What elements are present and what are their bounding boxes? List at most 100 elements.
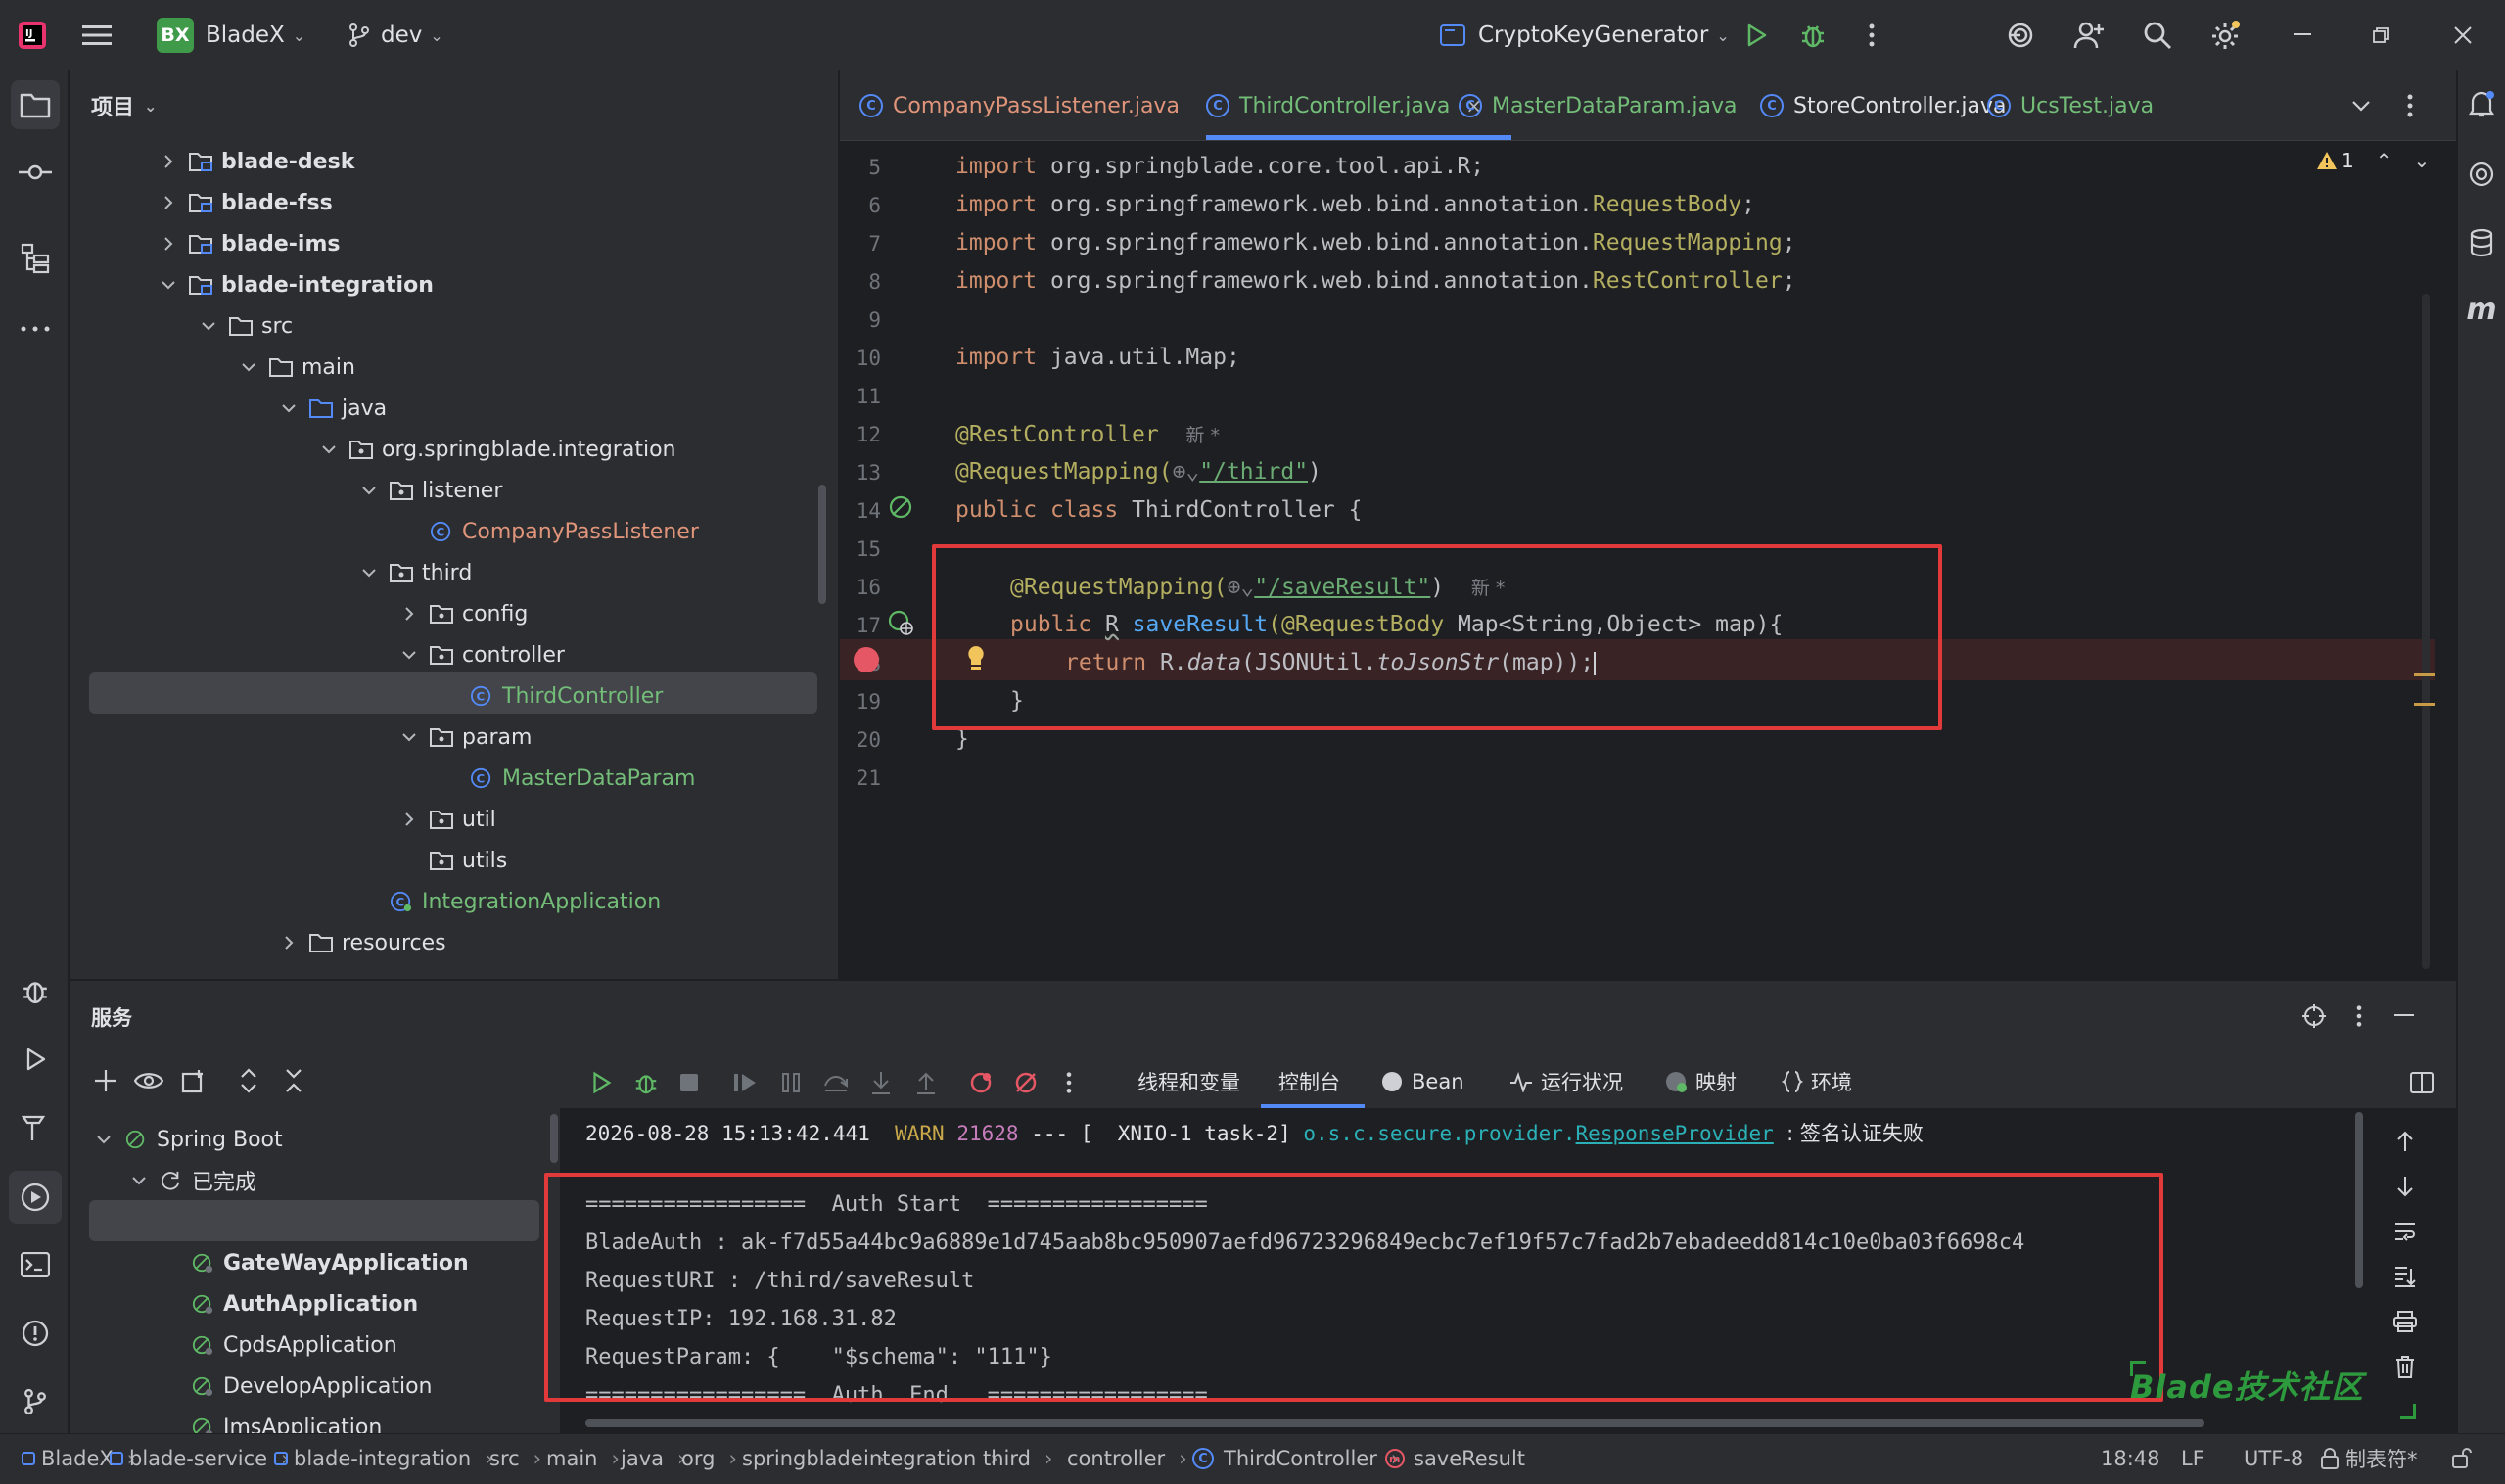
tree-item[interactable]: C IntegrationApplication (359, 881, 661, 922)
ide-logo-icon[interactable]: IJ (18, 0, 47, 70)
service-item[interactable]: Spring Boot (94, 1119, 283, 1160)
tree-item[interactable]: util (399, 799, 496, 840)
indent-setting[interactable]: 制表符* (2320, 1433, 2418, 1484)
tree-item[interactable]: listener (359, 470, 502, 511)
breadcrumb-item[interactable]: blade-integration › (274, 1433, 493, 1484)
tree-item[interactable]: third (359, 552, 472, 593)
tree-item[interactable]: resources (279, 922, 446, 963)
chevron-right-icon[interactable] (159, 152, 178, 171)
chevron-down-icon[interactable] (399, 727, 419, 747)
database-icon[interactable] (2460, 221, 2503, 264)
prev-highlight-icon[interactable]: ⌃ (2376, 149, 2392, 172)
tree-item[interactable]: C CompanyPassListener (399, 511, 699, 552)
run-tool-icon[interactable] (14, 1038, 57, 1081)
minimize-window-icon[interactable] (2281, 14, 2324, 57)
main-menu-icon[interactable] (82, 0, 112, 70)
tree-item[interactable]: utils (399, 840, 507, 881)
tree-item[interactable]: C MasterDataParam (440, 758, 695, 799)
service-item[interactable]: AuthApplication (161, 1283, 418, 1324)
chevron-down-icon[interactable] (199, 316, 218, 336)
new-tab-icon[interactable] (172, 1059, 215, 1102)
services-more-icon[interactable] (2338, 995, 2381, 1038)
project-tool-folder-icon[interactable] (11, 80, 60, 129)
service-item[interactable]: 已完成 (129, 1160, 256, 1201)
chevron-right-icon[interactable] (399, 810, 419, 829)
tree-item[interactable]: blade-desk (159, 141, 354, 182)
add-user-icon[interactable] (2067, 14, 2111, 57)
console-tab[interactable]: Bean (1380, 1062, 1464, 1101)
git-icon[interactable] (14, 1380, 57, 1423)
add-service-icon[interactable] (84, 1059, 127, 1102)
chevron-right-icon[interactable] (279, 933, 299, 952)
service-item[interactable]: DevelopApplication (161, 1366, 433, 1407)
maven-icon[interactable]: m (2460, 288, 2503, 331)
view-eye-icon[interactable] (127, 1059, 170, 1102)
project-scrollbar[interactable] (818, 485, 826, 604)
locate-crosshair-icon[interactable] (2293, 995, 2336, 1038)
tree-item[interactable]: main (239, 347, 355, 388)
chevron-down-icon[interactable] (399, 645, 419, 665)
scroll-down-arrow-icon[interactable] (2384, 1165, 2427, 1208)
tree-item[interactable]: blade-integration (159, 264, 434, 305)
debug-tool-icon[interactable] (14, 969, 57, 1012)
breadcrumb-item[interactable]: controller › (1067, 1433, 1187, 1484)
tree-item[interactable]: C ThirdController (440, 675, 663, 717)
run-config-selector[interactable]: CryptoKeyGenerator ⌄ (1439, 0, 1730, 70)
console-tab[interactable]: 控制台 (1278, 1062, 1340, 1101)
editor-more-icon[interactable] (2389, 84, 2432, 127)
search-icon[interactable] (2136, 14, 2179, 57)
close-window-icon[interactable] (2441, 14, 2484, 57)
tree-item[interactable]: org.springblade.integration (319, 429, 675, 470)
tree-item[interactable]: param (399, 717, 532, 758)
terminal-icon[interactable] (14, 1243, 57, 1286)
breadcrumb-item[interactable]: org › (681, 1433, 737, 1484)
debug-rerun-icon[interactable] (625, 1061, 668, 1104)
editor-tab[interactable]: C UcsTest.java (1987, 70, 2154, 141)
breadcrumb-item[interactable]: src › (489, 1433, 541, 1484)
chevron-right-icon[interactable] (159, 234, 178, 254)
chevron-down-icon[interactable] (94, 1130, 114, 1149)
editor-tab[interactable]: C ThirdController.java × (1206, 70, 1482, 141)
commit-icon[interactable] (14, 151, 57, 194)
console-tab[interactable]: 环境 (1782, 1062, 1852, 1101)
inspection-widget[interactable]: 1 ⌃ ⌄ (2316, 149, 2430, 172)
mute-breakpoints-icon[interactable] (1004, 1061, 1047, 1104)
expand-all-icon[interactable] (227, 1059, 270, 1102)
collapse-all-icon[interactable] (272, 1059, 315, 1102)
build-hammer-icon[interactable] (14, 1106, 57, 1149)
chevron-down-icon[interactable] (129, 1171, 149, 1190)
tree-item[interactable]: blade-fss (159, 182, 333, 223)
chevron-down-icon[interactable] (239, 357, 258, 377)
more-actions-icon[interactable] (1850, 14, 1893, 57)
hide-panel-icon[interactable] (2383, 995, 2426, 1038)
debug-icon[interactable] (1791, 14, 1834, 57)
clear-trash-icon[interactable] (2384, 1345, 2427, 1388)
console-v-scrollbar[interactable] (2355, 1112, 2363, 1288)
ai-assistant-icon[interactable] (1999, 14, 2042, 57)
structure-icon[interactable] (14, 237, 57, 280)
spring-bean-gutter-icon[interactable] (887, 493, 914, 521)
step-out-icon[interactable] (905, 1061, 948, 1104)
line-separator[interactable]: LF (2181, 1433, 2204, 1484)
breadcrumb-item[interactable]: third › (983, 1433, 1052, 1484)
file-encoding[interactable]: UTF-8 (2244, 1433, 2303, 1484)
pause-icon[interactable] (769, 1061, 812, 1104)
breadcrumb-item[interactable]: C ThirdController › (1192, 1433, 1399, 1484)
scroll-to-end-icon[interactable] (2384, 1255, 2427, 1298)
tabs-dropdown-chevron-icon[interactable] (2340, 84, 2383, 127)
editor-tab[interactable]: C StoreController.java (1760, 70, 2006, 141)
restore-window-icon[interactable] (2359, 14, 2402, 57)
chevron-down-icon[interactable] (319, 440, 339, 459)
console-more-icon[interactable] (1047, 1061, 1090, 1104)
editor-scrollbar[interactable] (2422, 294, 2430, 969)
step-over-icon[interactable] (814, 1061, 858, 1104)
tree-item[interactable]: blade-ims (159, 223, 341, 264)
chevron-down-icon[interactable] (359, 481, 379, 500)
services-tool-icon[interactable] (9, 1171, 62, 1224)
resume-icon[interactable] (724, 1061, 767, 1104)
chevron-down-icon[interactable] (359, 563, 379, 582)
branch-switcher[interactable]: dev ⌄ (348, 0, 443, 70)
tree-item[interactable]: java (279, 388, 387, 429)
breadcrumb-item[interactable]: m saveResult (1384, 1433, 1525, 1484)
console-tab[interactable]: 映射 (1664, 1062, 1737, 1101)
